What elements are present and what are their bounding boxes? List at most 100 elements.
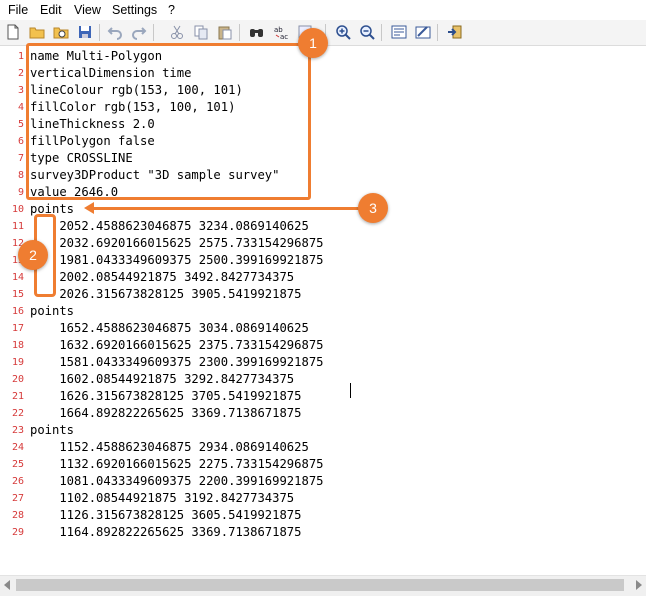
line-text[interactable]: 2026.315673828125 3905.5419921875 [30,286,301,303]
editor-line[interactable]: 16 points [0,303,646,320]
editor-line[interactable]: 14 2002.08544921875 3492.8427734375 [0,269,646,286]
line-number: 27 [11,493,24,504]
svg-text:ac: ac [280,33,288,40]
toolbar-separator [153,24,154,41]
annotation-badge-2: 2 [18,240,48,270]
line-text[interactable]: 1102.08544921875 3192.8427734375 [30,490,294,507]
editor-line[interactable]: 18 1632.6920166015625 2375.733154296875 [0,337,646,354]
editor-line[interactable]: 27 1102.08544921875 3192.8427734375 [0,490,646,507]
line-number: 8 [17,170,24,181]
editor-line[interactable]: 28 1126.315673828125 3605.5419921875 [0,507,646,524]
line-text[interactable]: 2002.08544921875 3492.8427734375 [30,269,294,286]
line-text[interactable]: 1164.892822265625 3369.7138671875 [30,524,301,541]
scroll-thumb[interactable] [16,579,624,591]
line-number: 21 [11,391,24,402]
menu-settings[interactable]: Settings [112,3,157,17]
line-number: 9 [17,187,24,198]
annotation-badge-1: 1 [298,28,328,58]
annotation-arrowhead-icon [84,202,94,214]
toolbar-separator [381,24,382,41]
line-number: 19 [11,357,24,368]
line-number: 22 [11,408,24,419]
line-text[interactable]: 2032.6920166015625 2575.733154296875 [30,235,323,252]
cut-icon[interactable] [168,23,186,41]
editor-line[interactable]: 13 1981.0433349609375 2500.399169921875 [0,252,646,269]
editor-line[interactable]: 12 2032.6920166015625 2575.733154296875 [0,235,646,252]
toolbar-separator [99,24,100,41]
line-text[interactable]: 1081.0433349609375 2200.399169921875 [30,473,323,490]
find-icon[interactable] [248,23,266,41]
scroll-left-arrow-icon[interactable] [4,580,10,590]
line-number: 29 [11,527,24,538]
editor-line[interactable]: 17 1652.4588623046875 3034.0869140625 [0,320,646,337]
replace-icon[interactable]: ab ac [272,23,290,41]
line-text[interactable]: 1132.6920166015625 2275.733154296875 [30,456,323,473]
word-wrap-icon[interactable] [390,23,408,41]
undo-icon[interactable] [106,23,124,41]
line-number: 10 [11,204,24,215]
annotation-box-header [26,43,311,200]
zoom-in-icon[interactable] [334,23,352,41]
exit-icon[interactable] [446,23,464,41]
editor-line[interactable]: 11 2052.4588623046875 3234.0869140625 [0,218,646,235]
line-number: 4 [17,102,24,113]
editor-line[interactable]: 22 1664.892822265625 3369.7138671875 [0,405,646,422]
redo-icon[interactable] [130,23,148,41]
line-number: 28 [11,510,24,521]
scroll-right-arrow-icon[interactable] [636,580,642,590]
line-text[interactable]: 2052.4588623046875 3234.0869140625 [30,218,308,235]
line-number: 24 [11,442,24,453]
editor-line[interactable]: 24 1152.4588623046875 2934.0869140625 [0,439,646,456]
line-number: 16 [11,306,24,317]
line-number: 11 [11,221,24,232]
copy-icon[interactable] [192,23,210,41]
horizontal-scrollbar[interactable] [0,575,646,596]
editor-line[interactable]: 23 points [0,422,646,439]
editor-line[interactable]: 15 2026.315673828125 3905.5419921875 [0,286,646,303]
open-icon[interactable] [52,23,70,41]
line-number: 15 [11,289,24,300]
editor-line[interactable]: 21 1626.315673828125 3705.5419921875 [0,388,646,405]
line-text[interactable]: points [30,303,74,320]
line-number: 17 [11,323,24,334]
line-text[interactable]: 1581.0433349609375 2300.399169921875 [30,354,323,371]
line-text[interactable]: 1602.08544921875 3292.8427734375 [30,371,294,388]
line-text[interactable]: 1981.0433349609375 2500.399169921875 [30,252,323,269]
line-number: 7 [17,153,24,164]
toolbar-separator [239,24,240,41]
editor-line[interactable]: 26 1081.0433349609375 2200.399169921875 [0,473,646,490]
line-text[interactable]: 1652.4588623046875 3034.0869140625 [30,320,308,337]
editor-line[interactable]: 29 1164.892822265625 3369.7138671875 [0,524,646,541]
line-number: 6 [17,136,24,147]
menu-view[interactable]: View [74,3,101,17]
line-number: 23 [11,425,24,436]
line-text[interactable]: 1152.4588623046875 2934.0869140625 [30,439,308,456]
line-number: 1 [17,51,24,62]
open-folder-icon[interactable] [28,23,46,41]
line-number: 3 [17,85,24,96]
text-caret [350,383,351,398]
editor-line[interactable]: 19 1581.0433349609375 2300.399169921875 [0,354,646,371]
properties-icon[interactable] [414,23,432,41]
line-number: 2 [17,68,24,79]
line-text[interactable]: 1126.315673828125 3605.5419921875 [30,507,301,524]
new-file-icon[interactable] [4,23,22,41]
line-text[interactable]: 1632.6920166015625 2375.733154296875 [30,337,323,354]
editor-line[interactable]: 20 1602.08544921875 3292.8427734375 [0,371,646,388]
menu-help[interactable]: ? [168,3,175,17]
line-number: 26 [11,476,24,487]
menu-edit[interactable]: Edit [40,3,62,17]
editor-line[interactable]: 25 1132.6920166015625 2275.733154296875 [0,456,646,473]
line-text[interactable]: 1626.315673828125 3705.5419921875 [30,388,301,405]
menu-bar: File Edit View Settings ? [0,0,646,20]
save-icon[interactable] [76,23,94,41]
menu-file[interactable]: File [8,3,28,17]
zoom-out-icon[interactable] [358,23,376,41]
paste-icon[interactable] [216,23,234,41]
line-number: 18 [11,340,24,351]
line-number: 5 [17,119,24,130]
line-text[interactable]: points [30,422,74,439]
line-number: 25 [11,459,24,470]
line-text[interactable]: 1664.892822265625 3369.7138671875 [30,405,301,422]
line-number: 20 [11,374,24,385]
